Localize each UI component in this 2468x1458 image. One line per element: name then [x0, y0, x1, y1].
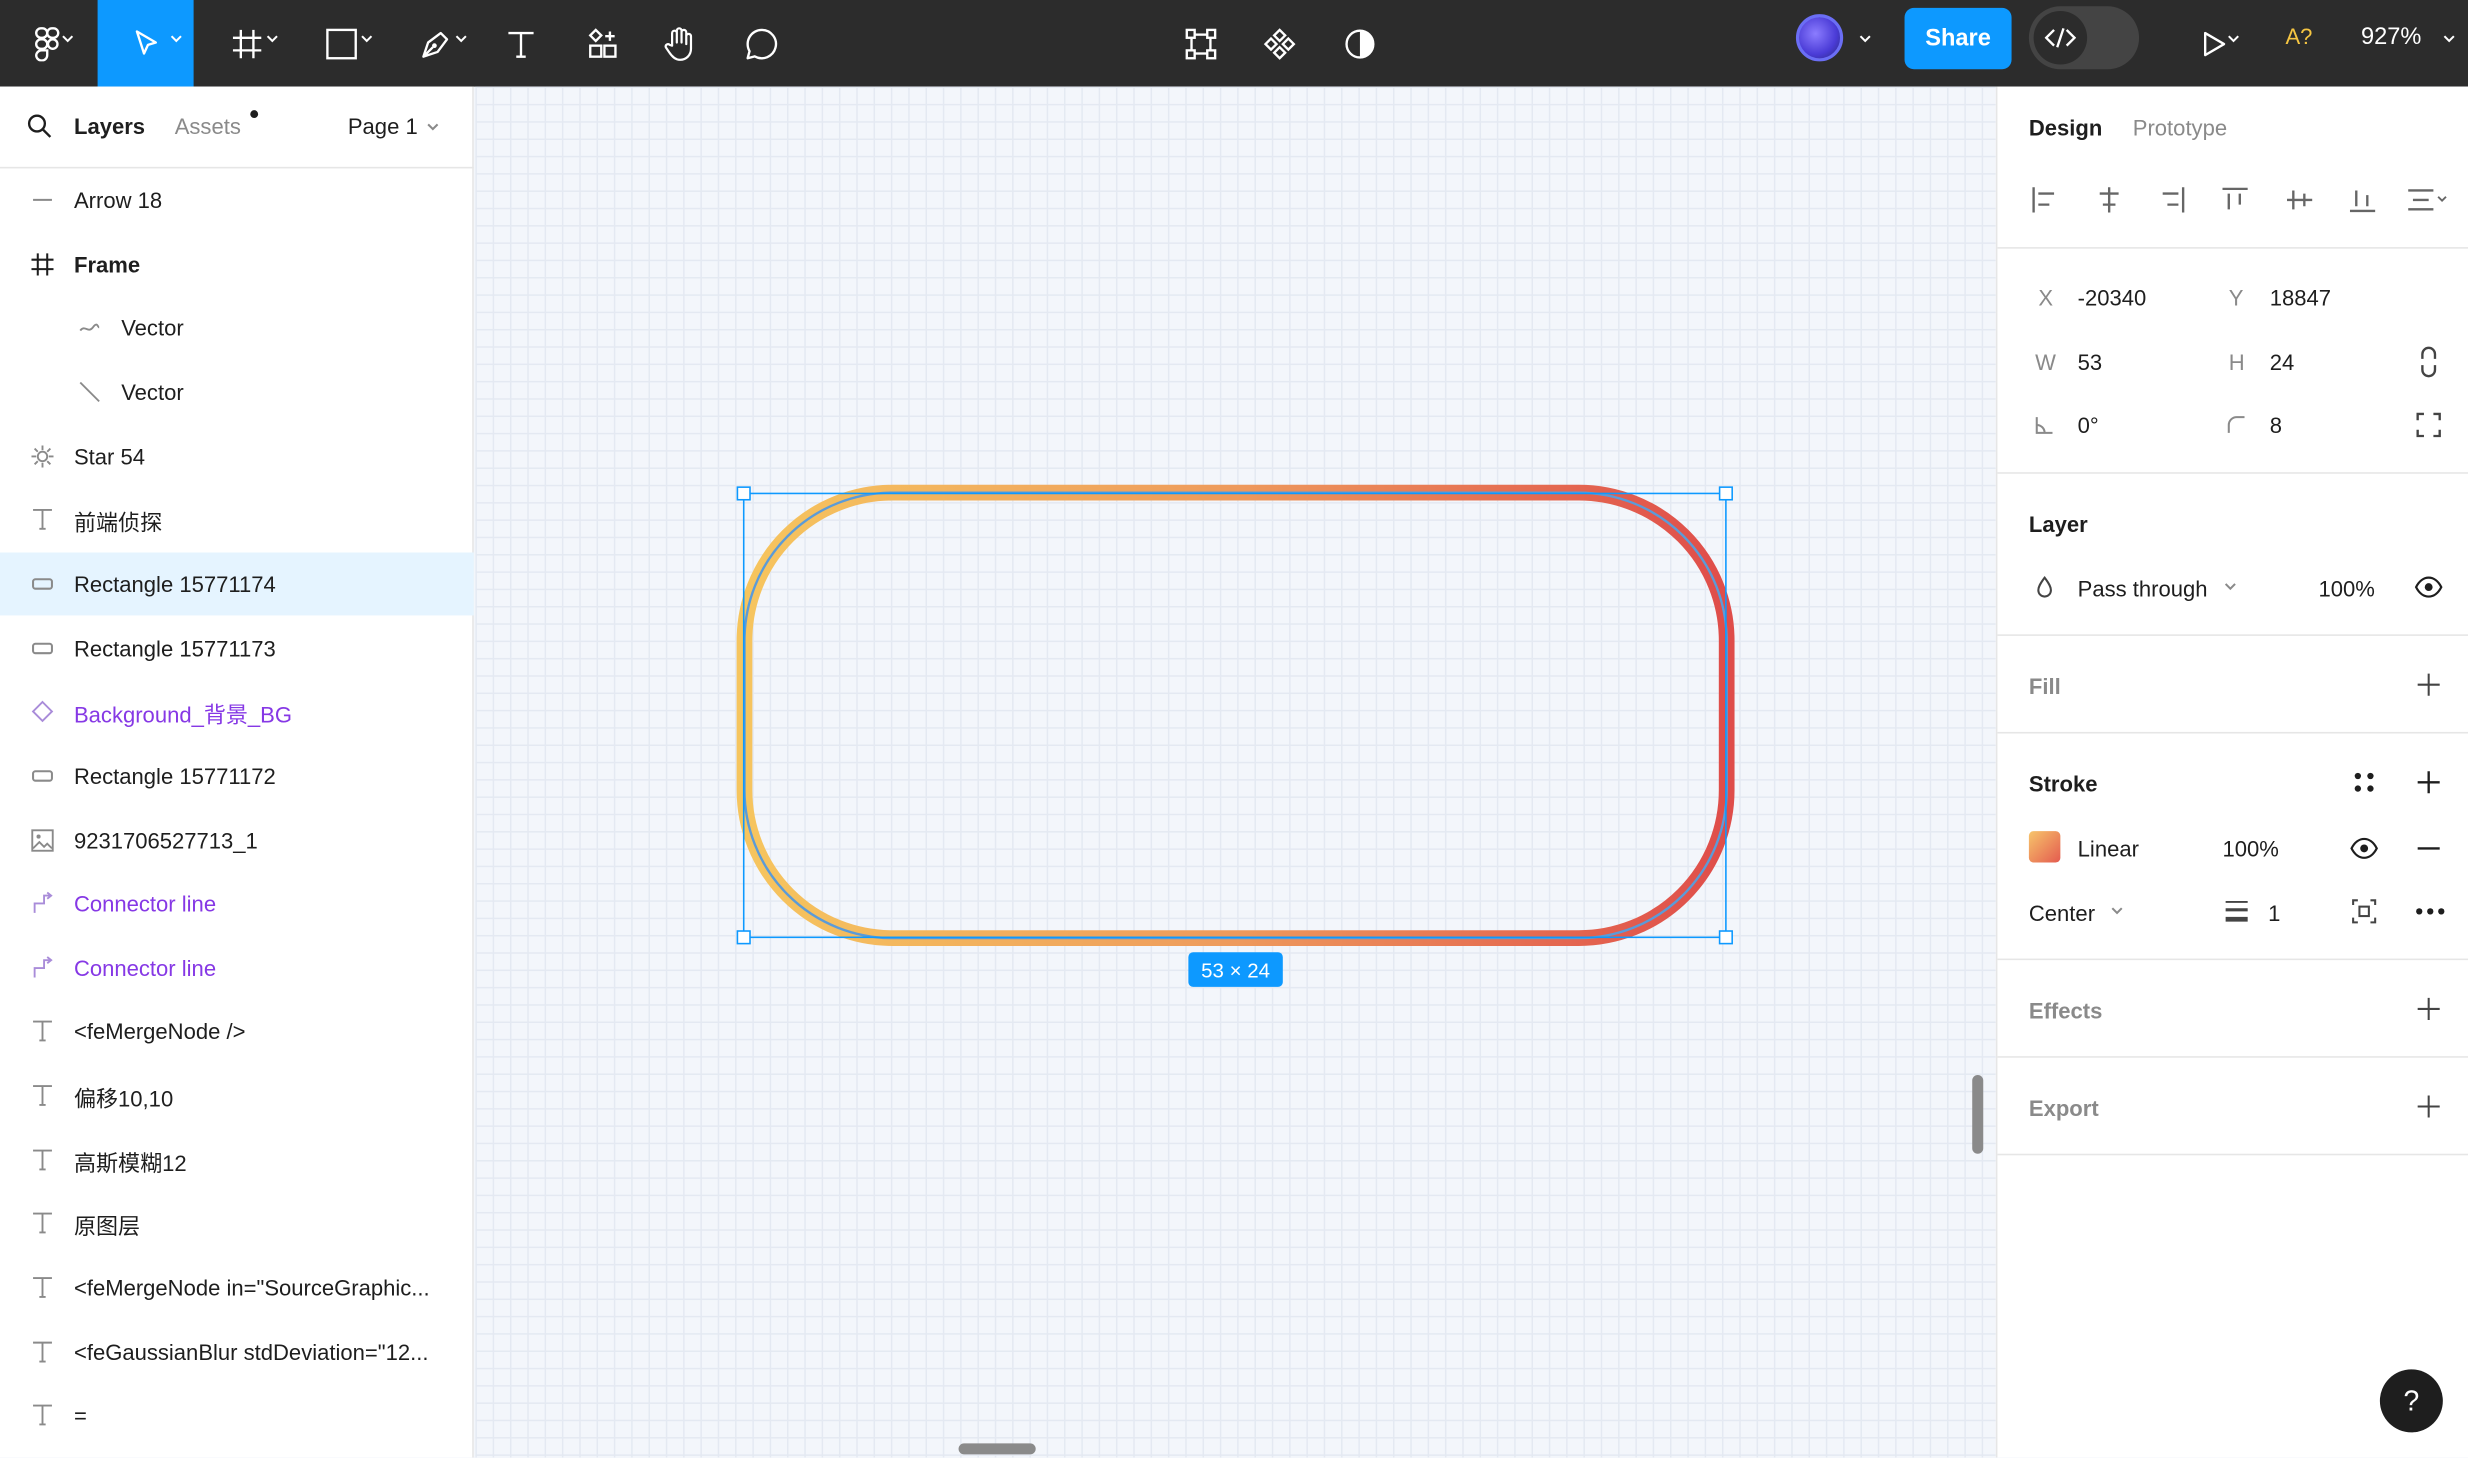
fill-section-title: Fill [2028, 673, 2061, 699]
properties-panel: Design Prototype X -20340 Y 18847 W 53 H… [1995, 86, 2468, 1458]
blend-mode-select[interactable]: Pass through [2078, 576, 2208, 601]
dimension-badge: 53 × 24 [1188, 952, 1283, 987]
resize-handle-tr[interactable] [1718, 486, 1733, 501]
w-label: W [2035, 349, 2056, 375]
x-input[interactable]: -20340 [2078, 285, 2147, 310]
stroke-sides-icon[interactable] [2352, 899, 2377, 924]
stroke-color-swatch[interactable] [2028, 831, 2061, 863]
rotation-icon [2035, 417, 2053, 434]
rectangle-stroke [736, 484, 1735, 946]
stroke-position-select[interactable]: Center [2029, 900, 2095, 925]
eye-icon[interactable] [2414, 576, 2443, 598]
divider [1997, 634, 2468, 636]
horizontal-scrollbar[interactable] [958, 1443, 1036, 1455]
h-label: H [2228, 349, 2245, 375]
selection-box [742, 492, 1727, 939]
layer-section-title: Layer [2028, 511, 2088, 537]
tab-prototype[interactable]: Prototype [2133, 115, 2227, 140]
more-options-icon[interactable] [2415, 907, 2446, 916]
corner-radius-input[interactable]: 8 [2270, 412, 2282, 437]
stroke-weight-icon [2225, 900, 2248, 922]
blend-mode-icon [2037, 576, 2052, 598]
w-input[interactable]: 53 [2078, 349, 2103, 374]
remove-stroke-icon[interactable] [2416, 845, 2441, 851]
resize-handle-br[interactable] [1718, 930, 1733, 945]
align-right-icon[interactable] [2158, 186, 2186, 214]
align-top-icon[interactable] [2221, 186, 2249, 214]
y-label: Y [2228, 284, 2244, 311]
help-button[interactable]: ? [2379, 1369, 2443, 1433]
rotation-input[interactable]: 0° [2078, 412, 2099, 437]
align-center-vertical-icon[interactable] [2285, 186, 2313, 214]
constrain-proportions-icon[interactable] [2418, 346, 2440, 378]
rectangle-path-outline [743, 491, 1728, 940]
divider [1997, 731, 2468, 734]
chevron-down-icon [2111, 907, 2123, 915]
vertical-scrollbar[interactable] [1972, 1075, 1984, 1154]
divider [1997, 247, 2468, 249]
divider [1997, 1056, 2468, 1058]
export-section-title: Export [2028, 1095, 2099, 1121]
stroke-opacity-input[interactable]: 100% [2222, 836, 2278, 861]
add-stroke-icon[interactable] [2416, 770, 2441, 795]
corner-radius-icon [2227, 416, 2245, 433]
align-left-icon[interactable] [2030, 186, 2058, 214]
stroke-type-label[interactable]: Linear [2078, 836, 2139, 861]
stroke-section-title: Stroke [2028, 771, 2098, 797]
h-input[interactable]: 24 [2270, 349, 2295, 374]
eye-icon[interactable] [2350, 837, 2378, 859]
layer-opacity-input[interactable]: 100% [2319, 576, 2375, 601]
y-input[interactable]: 18847 [2270, 285, 2331, 310]
effects-section-title: Effects [2028, 997, 2103, 1024]
align-bottom-icon[interactable] [2348, 186, 2376, 214]
tab-design[interactable]: Design [2029, 115, 2102, 140]
add-effect-icon[interactable] [2416, 996, 2441, 1021]
align-center-horizontal-icon[interactable] [2095, 186, 2123, 214]
style-grid-icon[interactable] [2353, 771, 2375, 793]
independent-corners-icon[interactable] [2416, 412, 2441, 438]
divider [1997, 472, 2468, 474]
add-export-icon[interactable] [2416, 1094, 2441, 1119]
resize-handle-bl[interactable] [736, 930, 751, 945]
add-fill-icon[interactable] [2416, 672, 2441, 697]
x-label: X [2038, 284, 2054, 311]
stroke-weight-input[interactable]: 1 [2268, 900, 2280, 925]
divider [1997, 958, 2468, 961]
distribute-icon[interactable] [2407, 186, 2448, 214]
resize-handle-tl[interactable] [736, 486, 751, 501]
chevron-down-icon [2224, 583, 2236, 591]
divider [1997, 1153, 2468, 1156]
